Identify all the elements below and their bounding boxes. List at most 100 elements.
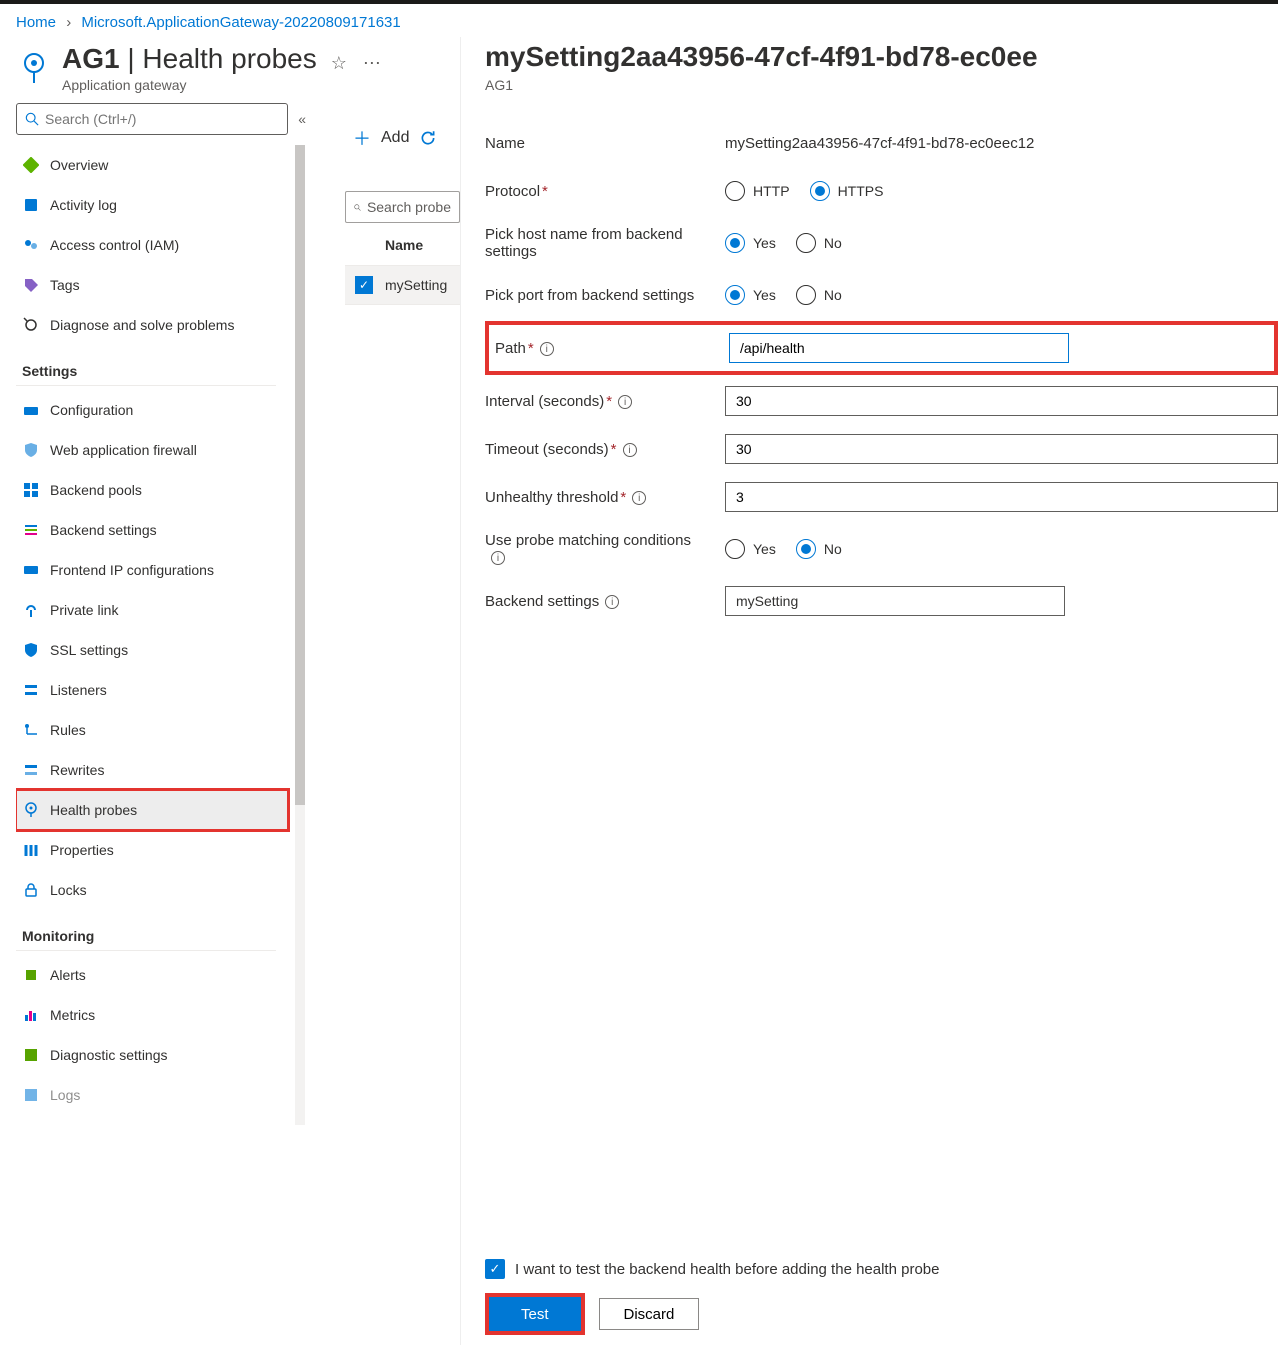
radio-https[interactable]: HTTPS	[810, 181, 884, 201]
radio-label: No	[824, 541, 842, 557]
nav-label: Frontend IP configurations	[50, 562, 214, 578]
configuration-icon	[22, 401, 40, 419]
nav-properties[interactable]: Properties	[16, 830, 305, 870]
probe-search[interactable]: Search probe	[345, 191, 460, 223]
nav-rules[interactable]: Rules	[16, 710, 305, 750]
nav-search[interactable]	[16, 103, 288, 135]
info-icon[interactable]: i	[491, 551, 505, 565]
listeners-icon	[22, 681, 40, 699]
info-icon[interactable]: i	[605, 595, 619, 609]
refresh-icon[interactable]	[419, 129, 437, 147]
nav-health-probes[interactable]: Health probes	[16, 790, 288, 830]
nav-ssl-settings[interactable]: SSL settings	[16, 630, 305, 670]
input-path[interactable]	[729, 333, 1069, 363]
ssl-icon	[22, 641, 40, 659]
path-highlight: Path*i	[485, 321, 1278, 375]
nav-label: Access control (IAM)	[50, 237, 179, 253]
alerts-icon	[22, 966, 40, 984]
nav-backend-pools[interactable]: Backend pools	[16, 470, 305, 510]
nav-backend-settings[interactable]: Backend settings	[16, 510, 305, 550]
nav-label: Alerts	[50, 967, 86, 983]
frontend-ip-icon	[22, 561, 40, 579]
info-icon[interactable]: i	[618, 395, 632, 409]
nav-metrics[interactable]: Metrics	[16, 995, 305, 1035]
breadcrumb-deployment[interactable]: Microsoft.ApplicationGateway-20220809171…	[81, 14, 400, 31]
input-interval[interactable]	[725, 386, 1278, 416]
nav-logs[interactable]: Logs	[16, 1075, 305, 1115]
radio-matching-yes[interactable]: Yes	[725, 539, 776, 559]
input-unhealthy[interactable]	[725, 482, 1278, 512]
radio-label: HTTP	[753, 183, 790, 199]
radio-pickport-no[interactable]: No	[796, 285, 842, 305]
nav-alerts[interactable]: Alerts	[16, 955, 305, 995]
row-name: mySetting	[385, 277, 447, 293]
nav-frontend-ip[interactable]: Frontend IP configurations	[16, 550, 305, 590]
discard-button[interactable]: Discard	[599, 1298, 700, 1330]
health-probes-icon	[22, 801, 40, 819]
probe-edit-panel: mySetting2aa43956-47cf-4f91-bd78-ec0ee A…	[460, 37, 1278, 1345]
nav-overview[interactable]: Overview	[16, 145, 305, 185]
nav-label: Listeners	[50, 682, 107, 698]
backend-settings-icon	[22, 521, 40, 539]
test-before-add-checkbox[interactable]: ✓	[485, 1259, 505, 1279]
nav-private-link[interactable]: Private link	[16, 590, 305, 630]
add-button[interactable]: Add	[381, 129, 409, 147]
nav-label: Private link	[50, 602, 118, 618]
breadcrumb-separator: ›	[60, 14, 77, 31]
list-header-name[interactable]: Name	[345, 223, 460, 266]
label-protocol: Protocol*	[485, 183, 725, 200]
nav-section-settings: Settings	[16, 345, 276, 386]
nav-search-input[interactable]	[45, 111, 279, 127]
collapse-nav-icon[interactable]: «	[298, 111, 306, 127]
nav-label: Web application firewall	[50, 442, 197, 458]
probe-search-placeholder: Search probe	[367, 199, 451, 215]
nav-configuration[interactable]: Configuration	[16, 390, 305, 430]
label-name: Name	[485, 135, 725, 152]
diagnostic-settings-icon	[22, 1046, 40, 1064]
activity-log-icon	[22, 196, 40, 214]
radio-pickhost-no[interactable]: No	[796, 233, 842, 253]
radio-pickport-yes[interactable]: Yes	[725, 285, 776, 305]
radio-label: Yes	[753, 287, 776, 303]
nav-activity-log[interactable]: Activity log	[16, 185, 305, 225]
nav-scrollbar[interactable]	[295, 145, 306, 1125]
nav-tags[interactable]: Tags	[16, 265, 305, 305]
nav-label: Locks	[50, 882, 87, 898]
add-icon[interactable]: ＋	[353, 125, 371, 151]
dropdown-value: mySetting	[736, 593, 798, 609]
nav-label: Rewrites	[50, 762, 104, 778]
nav-label: Health probes	[50, 802, 137, 818]
nav-diagnostic-settings[interactable]: Diagnostic settings	[16, 1035, 305, 1075]
nav-diagnose[interactable]: Diagnose and solve problems	[16, 305, 305, 345]
probe-row[interactable]: ✓ mySetting	[345, 266, 460, 305]
test-button[interactable]: Test	[489, 1297, 581, 1331]
rewrites-icon	[22, 761, 40, 779]
radio-matching-no[interactable]: No	[796, 539, 842, 559]
input-timeout[interactable]	[725, 434, 1278, 464]
nav-locks[interactable]: Locks	[16, 870, 305, 910]
resource-name: AG1	[62, 43, 120, 74]
row-checkbox[interactable]: ✓	[355, 276, 373, 294]
radio-label: Yes	[753, 235, 776, 251]
value-name: mySetting2aa43956-47cf-4f91-bd78-ec0eec1…	[725, 135, 1278, 152]
panel-title: mySetting2aa43956-47cf-4f91-bd78-ec0ee	[485, 37, 1278, 73]
info-icon[interactable]: i	[632, 491, 646, 505]
label-timeout: Timeout (seconds)*i	[485, 441, 725, 458]
overview-icon	[22, 156, 40, 174]
radio-http[interactable]: HTTP	[725, 181, 790, 201]
nav-rewrites[interactable]: Rewrites	[16, 750, 305, 790]
nav-listeners[interactable]: Listeners	[16, 670, 305, 710]
test-button-highlight: Test	[485, 1293, 585, 1335]
label-pick-port: Pick port from backend settings	[485, 287, 725, 304]
nav-iam[interactable]: Access control (IAM)	[16, 225, 305, 265]
nav-label: Activity log	[50, 197, 117, 213]
nav-waf[interactable]: Web application firewall	[16, 430, 305, 470]
info-icon[interactable]: i	[540, 342, 554, 356]
nav-label: Configuration	[50, 402, 133, 418]
breadcrumb-home[interactable]: Home	[16, 14, 56, 31]
dropdown-backend-settings[interactable]: mySetting	[725, 586, 1065, 616]
info-icon[interactable]: i	[623, 443, 637, 457]
shield-icon	[22, 441, 40, 459]
radio-pickhost-yes[interactable]: Yes	[725, 233, 776, 253]
nav-label: Tags	[50, 277, 80, 293]
